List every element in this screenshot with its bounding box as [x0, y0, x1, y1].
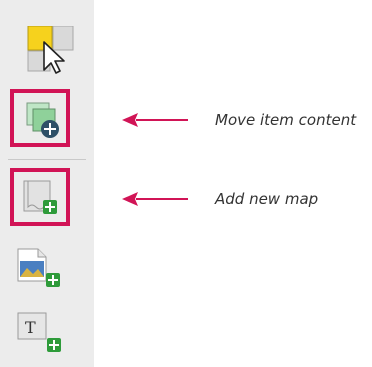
svg-text:T: T: [25, 318, 36, 337]
add-picture-button[interactable]: [14, 243, 74, 303]
add-picture-icon: [17, 248, 60, 287]
move-item-content-icon: [26, 102, 59, 138]
add-label-icon: T: [17, 312, 61, 352]
add-map-icon: [23, 180, 57, 214]
layout-toolbar: T: [0, 0, 94, 367]
move-item-content-button[interactable]: [10, 89, 74, 153]
add-label-button[interactable]: T: [14, 307, 74, 367]
add-new-map-button[interactable]: [10, 168, 74, 232]
arrow-left-icon: [122, 192, 188, 206]
arrow-left-icon: [122, 113, 188, 127]
callout-add-new-map: Add new map: [122, 189, 372, 213]
select-move-item-button[interactable]: [14, 26, 74, 86]
select-move-item-icon: [27, 26, 74, 74]
callout-label: Move item content: [215, 111, 357, 129]
toolbar-separator: [8, 159, 86, 160]
callout-label: Add new map: [215, 190, 319, 208]
callout-move-item-content: Move item content: [122, 110, 372, 134]
